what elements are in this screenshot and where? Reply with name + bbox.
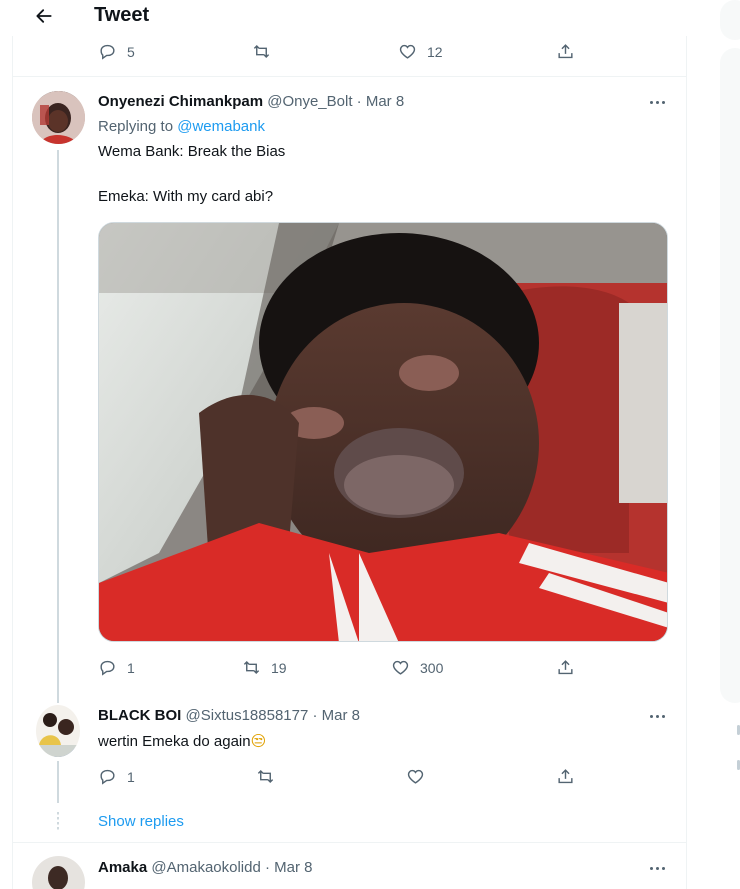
avatar[interactable] [32, 91, 85, 144]
share-button[interactable] [556, 42, 575, 61]
share-icon [558, 769, 573, 784]
tweet-text-content: wertin Emeka do again [98, 733, 251, 750]
tweet-header: Amaka @Amakaokolidd · Mar 8 [98, 859, 313, 876]
tweet-photo[interactable] [98, 222, 668, 642]
retweet-button[interactable]: 19 [242, 658, 287, 677]
author-name[interactable]: BLACK BOI [98, 707, 181, 724]
separator: · [312, 707, 318, 724]
emoji-unamused: 😒 [250, 732, 267, 750]
like-button[interactable]: 300 [391, 658, 443, 677]
author-handle[interactable]: @Amakaokolidd [151, 859, 260, 876]
more-icon-dot [655, 866, 659, 870]
heart-icon [407, 769, 424, 784]
more-icon [649, 866, 653, 870]
like-count: 300 [420, 659, 444, 676]
like-button[interactable]: 12 [398, 42, 443, 61]
back-button[interactable] [28, 0, 60, 32]
thread-dotted-line [57, 812, 59, 832]
reply-count: 1 [127, 768, 135, 785]
reply-icon [100, 44, 115, 60]
avatar-image [32, 91, 85, 144]
page-header: Tweet [12, 0, 687, 36]
right-search-card[interactable] [720, 0, 740, 40]
retweet-icon [243, 660, 260, 675]
retweet-icon [257, 769, 274, 784]
reply-button[interactable]: 1 [98, 658, 135, 677]
divider [12, 842, 687, 843]
avatar[interactable] [36, 705, 80, 757]
reply-count: 5 [127, 43, 135, 60]
tweet-date[interactable]: Mar 8 [366, 93, 404, 110]
tweet-text-line-2: Emeka: With my card abi? [98, 188, 274, 205]
reply-button[interactable]: 5 [98, 42, 135, 61]
retweet-icon [253, 44, 270, 59]
thread-line [57, 150, 59, 703]
separator: · [356, 93, 362, 110]
reply-button[interactable]: 1 [98, 767, 135, 786]
author-handle[interactable]: @Onye_Bolt [267, 93, 352, 110]
separator: · [265, 859, 270, 876]
more-icon-dot [655, 714, 659, 718]
retweet-button[interactable] [256, 767, 275, 786]
like-count: 12 [427, 43, 443, 60]
left-gutter [0, 0, 12, 889]
replying-to-link[interactable]: @wemabank [177, 118, 265, 135]
share-icon [558, 660, 573, 675]
more-button[interactable] [647, 92, 667, 112]
right-trends-panel [720, 48, 740, 703]
avatar-image [36, 705, 80, 757]
tweet-text-line-1: Wema Bank: Break the Bias [98, 143, 286, 160]
more-icon-dot [655, 100, 659, 104]
reply-icon [100, 769, 115, 785]
reply-count: 1 [127, 659, 135, 676]
tweet-text: wertin Emeka do again😒 [98, 731, 266, 752]
more-button[interactable] [647, 858, 667, 878]
author-name[interactable]: Amaka [98, 859, 147, 876]
more-icon-dot [661, 100, 665, 104]
like-button[interactable] [406, 767, 425, 786]
share-icon [558, 44, 573, 59]
tweet-date[interactable]: Mar 8 [322, 707, 360, 724]
share-button[interactable] [556, 658, 575, 677]
reply-icon [100, 660, 115, 676]
heart-icon [399, 44, 416, 59]
tweet-date[interactable]: Mar 8 [274, 859, 312, 876]
tweet-header: BLACK BOI @Sixtus18858177 · Mar 8 [98, 707, 360, 724]
retweet-count: 19 [271, 659, 287, 676]
replying-to: Replying to @wemabank [98, 118, 265, 135]
tweet-header: Onyenezi Chimankpam @Onye_Bolt · Mar 8 [98, 93, 404, 110]
more-icon [649, 100, 653, 104]
thread-line [57, 761, 59, 803]
show-replies-link[interactable]: Show replies [98, 813, 184, 830]
more-icon [649, 714, 653, 718]
photo-image [99, 223, 667, 641]
heart-icon [392, 660, 409, 675]
author-name[interactable]: Onyenezi Chimankpam [98, 93, 263, 110]
arrow-left-icon [36, 9, 52, 23]
author-handle[interactable]: @Sixtus18858177 [186, 707, 309, 724]
replying-prefix: Replying to [98, 118, 174, 135]
page-title: Tweet [94, 4, 150, 26]
divider [12, 76, 687, 77]
more-icon-dot [661, 866, 665, 870]
share-button[interactable] [556, 767, 575, 786]
more-icon-dot [661, 714, 665, 718]
retweet-button[interactable] [252, 42, 281, 61]
more-button[interactable] [647, 706, 667, 726]
